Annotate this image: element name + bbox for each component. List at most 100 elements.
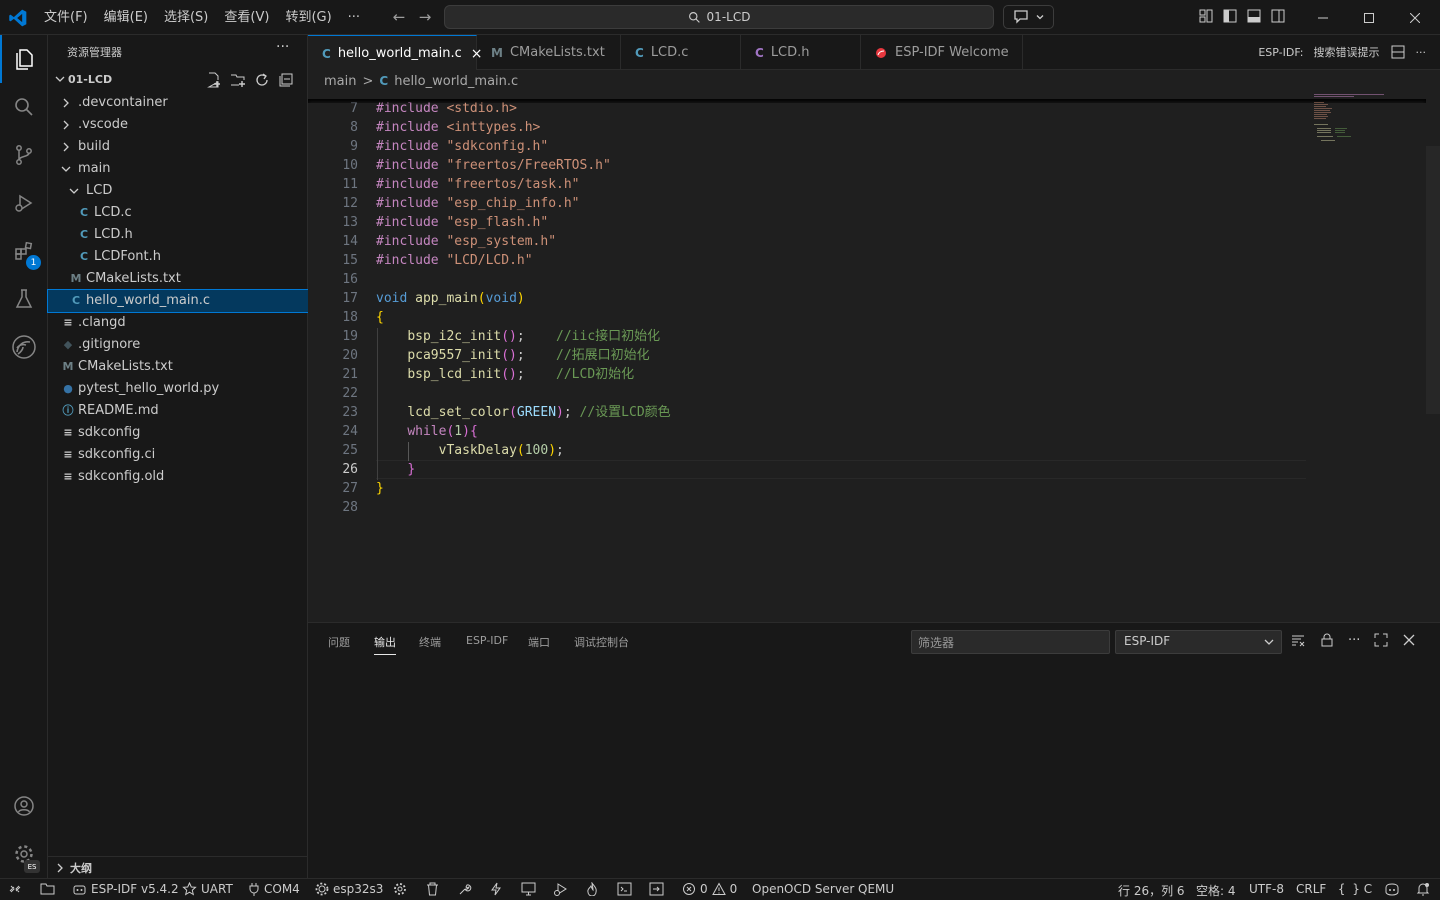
tree-item[interactable]: build	[48, 136, 308, 158]
tree-item[interactable]: M CMakeLists.txt	[48, 356, 308, 378]
esp-idf-activity[interactable]	[0, 323, 48, 371]
debug-button[interactable]	[553, 882, 568, 896]
tree-item[interactable]: ● pytest_hello_world.py	[48, 378, 308, 400]
full-clean-button[interactable]	[426, 882, 439, 896]
back-arrow-icon[interactable]: ←	[386, 8, 412, 26]
encoding-button[interactable]: UTF-8	[1249, 882, 1284, 896]
tab-hello-world-main[interactable]: C hello_world_main.c ×	[308, 35, 483, 71]
tree-item[interactable]: C LCD.h	[48, 224, 308, 246]
panel-tab-problems[interactable]: 问题	[328, 634, 350, 650]
split-editor-icon[interactable]	[1390, 44, 1406, 60]
manage-activity[interactable]: ES	[0, 830, 48, 878]
search-activity[interactable]	[0, 83, 48, 131]
tree-item[interactable]: ≡ sdkconfig.ci	[48, 444, 308, 466]
target-chip-button[interactable]: esp32s3	[315, 882, 383, 896]
menu-selection[interactable]: 选择(S)	[156, 0, 216, 35]
tab-cmakelists[interactable]: M CMakeLists.txt	[477, 35, 621, 70]
toggle-panel-icon[interactable]	[1246, 8, 1262, 24]
breadcrumb-folder[interactable]: main	[324, 74, 356, 89]
tree-item[interactable]: C LCD.c	[48, 202, 308, 224]
panel-tab-debug-console[interactable]: 调试控制台	[574, 634, 629, 650]
build-flash-monitor-button[interactable]	[586, 882, 598, 896]
tree-item[interactable]: Chello_world_main.c	[47, 289, 309, 313]
problems-indicator[interactable]: 0 0	[682, 882, 737, 896]
language-mode-button[interactable]: { } C	[1338, 882, 1372, 896]
flash-method-button[interactable]: UART	[182, 882, 233, 896]
menu-edit[interactable]: 编辑(E)	[96, 0, 156, 35]
execute-actions-button[interactable]	[649, 882, 664, 896]
panel-tab-output[interactable]: 输出	[374, 634, 396, 655]
editor-more-button[interactable]: ···	[1416, 46, 1427, 59]
idf-version-button[interactable]: ESP-IDF v5.4.2	[72, 882, 179, 896]
tree-item[interactable]: C LCDFont.h	[48, 246, 308, 268]
lock-icon[interactable]	[1319, 632, 1335, 648]
tree-item[interactable]: main	[48, 158, 308, 180]
maximize-panel-icon[interactable]	[1373, 632, 1389, 648]
breadcrumb-file[interactable]: hello_world_main.c	[394, 74, 518, 89]
testing-activity[interactable]	[0, 275, 48, 323]
panel-tab-esp-idf[interactable]: ESP-IDF	[466, 634, 508, 647]
copilot-status[interactable]	[1384, 882, 1400, 896]
code-editor[interactable]: 7 #include <stdio.h> 8 #include <inttypes.h…	[308, 92, 1440, 622]
maximize-icon[interactable]	[1346, 0, 1392, 35]
remote-indicator[interactable]	[8, 882, 22, 896]
toggle-secondary-sidebar-icon[interactable]	[1270, 8, 1286, 24]
menu-view[interactable]: 查看(V)	[216, 0, 277, 35]
tree-item[interactable]: ≡ sdkconfig.old	[48, 466, 308, 488]
panel-tab-terminal[interactable]: 终端	[419, 634, 441, 650]
refresh-icon[interactable]	[254, 72, 270, 88]
notifications-button[interactable]	[1416, 882, 1430, 896]
editor-scrollbar[interactable]	[1426, 146, 1440, 414]
build-button[interactable]	[458, 882, 472, 896]
tree-item[interactable]: .vscode	[48, 114, 308, 136]
new-folder-icon[interactable]	[230, 72, 246, 88]
openocd-server-button[interactable]: OpenOCD Server	[752, 882, 854, 896]
line-ending-button[interactable]: CRLF	[1296, 882, 1326, 896]
tab-esp-idf-welcome[interactable]: ESP-IDF Welcome	[861, 35, 1023, 70]
tree-item[interactable]: ≡ sdkconfig	[48, 422, 308, 444]
output-filter-input[interactable]: 筛选器	[911, 630, 1110, 654]
tree-item[interactable]: ≡ .clangd	[48, 312, 308, 334]
sidebar-more-button[interactable]: ···	[276, 39, 289, 55]
customize-layout-icon[interactable]	[1198, 8, 1214, 24]
tab-lcd-c[interactable]: C LCD.c	[621, 35, 741, 70]
tab-lcd-h[interactable]: C LCD.h	[741, 35, 861, 70]
outline-section-header[interactable]: 大纲	[48, 856, 308, 878]
close-panel-icon[interactable]	[1402, 633, 1416, 647]
new-file-icon[interactable]	[206, 72, 222, 88]
menu-file[interactable]: 文件(F)	[36, 0, 96, 35]
workspace-folder-button[interactable]	[40, 882, 55, 895]
forward-arrow-icon[interactable]: →	[412, 8, 438, 26]
tree-item[interactable]: ◆ .gitignore	[48, 334, 308, 356]
idf-terminal-button[interactable]	[617, 882, 632, 896]
qemu-button[interactable]: QEMU	[858, 882, 894, 896]
menu-go[interactable]: 转到(G)	[277, 0, 339, 35]
indentation-button[interactable]: 空格: 4	[1196, 882, 1236, 899]
close-window-icon[interactable]	[1392, 0, 1438, 35]
tree-item[interactable]: .devcontainer	[48, 92, 308, 114]
sdk-config-button[interactable]	[393, 882, 407, 896]
source-control-activity[interactable]	[0, 131, 48, 179]
serial-port-button[interactable]: COM4	[248, 882, 300, 896]
run-debug-activity[interactable]	[0, 179, 48, 227]
panel-more-icon[interactable]: ···	[1348, 633, 1360, 648]
command-center[interactable]: 01-LCD	[444, 5, 994, 29]
output-channel-select[interactable]: ESP-IDF	[1115, 630, 1282, 654]
monitor-button[interactable]	[521, 882, 536, 896]
accounts-activity[interactable]	[0, 782, 48, 830]
cursor-position[interactable]: 行 26，列 6	[1118, 882, 1185, 899]
minimap[interactable]	[1313, 92, 1393, 152]
copilot-button[interactable]	[1003, 5, 1054, 29]
minimize-icon[interactable]	[1300, 0, 1346, 35]
clear-output-icon[interactable]	[1290, 632, 1306, 648]
explorer-activity[interactable]	[0, 35, 48, 83]
workspace-folder-header[interactable]: 01-LCD	[48, 69, 308, 91]
toggle-sidebar-icon[interactable]	[1222, 8, 1238, 24]
search-error-hint-button[interactable]: 搜索错误提示	[1314, 44, 1380, 60]
panel-tab-ports[interactable]: 端口	[528, 634, 550, 650]
collapse-all-icon[interactable]	[278, 72, 294, 88]
tree-item[interactable]: ⓘ README.md	[48, 400, 308, 422]
tree-item[interactable]: LCD	[48, 180, 308, 202]
tree-item[interactable]: M CMakeLists.txt	[48, 268, 308, 290]
flash-button[interactable]	[490, 882, 502, 896]
